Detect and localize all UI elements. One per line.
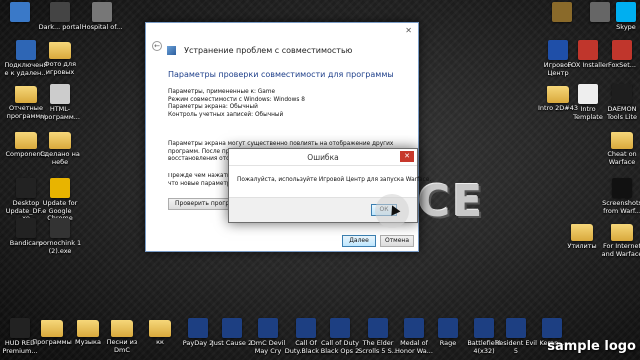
folder-icon (41, 320, 63, 337)
desktop-icon[interactable]: Утилиты (560, 222, 604, 251)
app-icon (612, 84, 632, 104)
app-icon (612, 178, 632, 198)
folder-icon (49, 42, 71, 59)
desktop-icon-label: Сделано на небе (40, 150, 80, 166)
dialog-title: Устранение проблем с совместимостью (184, 46, 353, 55)
app-icon (612, 40, 632, 60)
desktop-icon-label: DAEMON Tools Lite (606, 105, 638, 121)
folder-icon (111, 320, 133, 337)
app-icon (616, 2, 636, 22)
desktop-icon-label: pornochink 1 (2).exe (38, 239, 82, 255)
desktop-icon[interactable]: Screenshots from Warf... (600, 178, 640, 215)
app-icon (578, 84, 598, 104)
param-line: Параметры экрана: Обычный (168, 104, 258, 111)
app-icon (92, 2, 112, 22)
folder-icon (571, 224, 593, 241)
desktop-icon-label: For Internet and Warface (601, 242, 640, 258)
folder-icon (611, 132, 633, 149)
desktop-icon[interactable]: For Internet and Warface (600, 222, 640, 258)
desktop-icon[interactable]: DAEMON Tools Lite (600, 84, 640, 121)
desktop-icon-label: Skype (616, 23, 636, 31)
folder-icon (15, 86, 37, 103)
desktop-icon-label: HTML-программ... (40, 105, 80, 121)
wallpaper-logo-text: CE (418, 176, 485, 227)
close-icon[interactable]: ✕ (405, 26, 412, 35)
desktop-icon[interactable]: Hospital of... (80, 2, 124, 32)
desktop-icon-label: Cheat on Warface (607, 150, 637, 166)
param-line: Контроль учетных записей: Обычный (168, 111, 284, 118)
folder-icon (77, 320, 99, 337)
section-title: Параметры проверки совместимости для про… (168, 70, 394, 79)
error-message: Пожалуйста, используйте Игровой Центр дл… (237, 177, 432, 183)
app-icon (258, 318, 278, 338)
desktop-icon[interactable]: FoxSet... (600, 40, 640, 70)
app-icon (330, 318, 350, 338)
folder-icon (149, 320, 171, 337)
app-icon (50, 178, 70, 198)
watermark: sample logo (547, 339, 636, 354)
back-arrow-icon[interactable]: ← (152, 41, 162, 51)
test-program-button[interactable]: Проверить программ (168, 198, 230, 210)
error-titlebar: Ошибка ✕ (229, 149, 417, 166)
app-icon (10, 318, 30, 338)
app-icon (548, 40, 568, 60)
app-icon (10, 2, 30, 22)
app-icon (368, 318, 388, 338)
folder-icon (611, 224, 633, 241)
troubleshooter-icon (167, 46, 176, 55)
close-icon[interactable]: ✕ (400, 151, 414, 162)
app-icon (542, 318, 562, 338)
desktop-icon[interactable]: Сделано на небе (38, 130, 82, 166)
param-line: Параметры, примененные к: Game (168, 89, 276, 95)
app-icon (222, 318, 242, 338)
desktop-icon[interactable] (0, 2, 42, 24)
desktop-icon[interactable]: Update for Google Chrome (38, 178, 82, 223)
error-title: Ошибка (307, 153, 339, 162)
app-icon (474, 318, 494, 338)
next-button[interactable]: Далее (342, 235, 376, 247)
desktop-icon-label: Фото для игровых (44, 60, 76, 76)
app-icon (578, 40, 598, 60)
app-icon (16, 40, 36, 60)
desktop-icon[interactable]: Skype (604, 2, 640, 32)
desktop-icon[interactable]: HTML-программ... (38, 84, 82, 121)
cancel-button[interactable]: Отмена (380, 235, 414, 247)
app-icon (50, 84, 70, 104)
desktop-icon-label: Dark... portal (38, 23, 82, 31)
app-icon (188, 318, 208, 338)
app-icon (438, 318, 458, 338)
desktop-icon-label: Hospital of... (81, 23, 123, 31)
folder-icon (15, 132, 37, 149)
app-icon (296, 318, 316, 338)
desktop-icon[interactable]: Cheat on Warface (600, 130, 640, 166)
app-icon (506, 318, 526, 338)
app-icon (16, 218, 36, 238)
app-icon (50, 2, 70, 22)
applied-parameters: Параметры, примененные к: Game Режим сов… (168, 89, 413, 119)
desktop-icon-label: FoxSet... (607, 61, 636, 69)
app-icon (16, 178, 36, 198)
dialog-heading: Устранение проблем с совместимостью (167, 40, 353, 55)
app-icon (404, 318, 424, 338)
folder-icon (49, 132, 71, 149)
desktop-icon-label: Screenshots from Warf... (602, 199, 640, 215)
desktop-icon-label: Утилиты (567, 242, 597, 250)
app-icon (552, 2, 572, 22)
desktop-icon[interactable]: Фото для игровых (38, 40, 82, 76)
desktop-icon[interactable]: pornochink 1 (2).exe (38, 218, 82, 255)
app-icon (50, 218, 70, 238)
desktop-icon[interactable]: Dark... portal (38, 2, 82, 32)
